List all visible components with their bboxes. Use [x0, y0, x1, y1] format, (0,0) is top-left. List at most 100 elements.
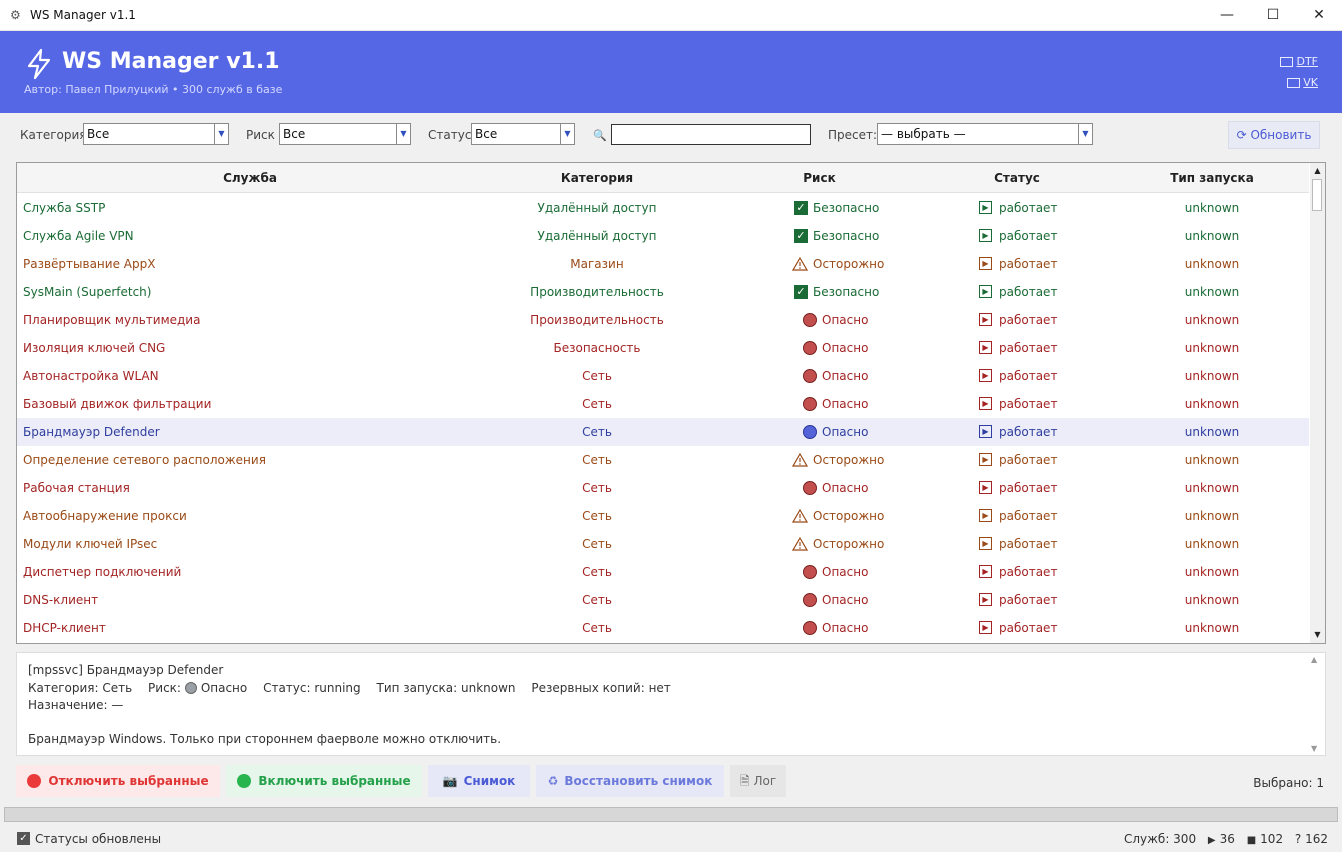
service-category: Производительность	[530, 313, 664, 327]
service-status-label: работает	[999, 397, 1058, 411]
column-header-start-type[interactable]: Тип запуска	[1137, 171, 1287, 185]
table-row[interactable]: Изоляция ключей CNG Безопасность Опасно ▶ ра…	[17, 334, 1309, 362]
snapshot-button[interactable]: 📷 Снимок	[428, 765, 530, 797]
service-start-type: unknown	[1184, 565, 1240, 579]
check-icon: ✓	[794, 228, 808, 243]
service-status: ▶ работает	[979, 418, 1099, 446]
status-filter-select[interactable]: Все ▼	[471, 123, 575, 145]
chevron-down-icon[interactable]: ▼	[396, 124, 410, 144]
table-row[interactable]: Рабочая станция Сеть Опасно ▶ работает unknow…	[17, 474, 1309, 502]
column-header-service[interactable]: Служба	[17, 171, 483, 185]
details-purpose: Назначение: —	[28, 698, 124, 712]
scroll-down-icon[interactable]: ▼	[1311, 628, 1324, 642]
service-start-type: unknown	[1184, 257, 1240, 271]
table-row[interactable]: Базовый движок фильтрации Сеть Опасно ▶ рабо…	[17, 390, 1309, 418]
table-row[interactable]: Автообнаружение прокси Сеть Осторожно ▶ рабо…	[17, 502, 1309, 530]
table-row[interactable]: Автонастройка WLAN Сеть Опасно ▶ работает unk…	[17, 362, 1309, 390]
service-start-type: unknown	[1184, 369, 1240, 383]
table-row[interactable]: Определение сетевого расположения Сеть Ост…	[17, 446, 1309, 474]
disable-selected-label: Отключить выбранные	[48, 774, 209, 788]
checkbox-icon: ✓	[17, 832, 30, 845]
table-row[interactable]: Служба Agile VPN Удалённый доступ ✓ Безопас…	[17, 222, 1309, 250]
table-row[interactable]: Модули ключей IPsec Сеть Осторожно ▶ работае…	[17, 530, 1309, 558]
risk-filter-select[interactable]: Все ▼	[279, 123, 411, 145]
table-row[interactable]: Диспетчер подключений Сеть Опасно ▶ работает…	[17, 558, 1309, 586]
table-scrollbar[interactable]: ▲ ▼	[1310, 162, 1326, 644]
chevron-down-icon[interactable]: ▼	[214, 124, 228, 144]
service-status: ▶ работает	[979, 222, 1099, 250]
warning-icon	[792, 536, 808, 551]
service-risk-label: Опасно	[822, 369, 869, 383]
table-row[interactable]: Планировщик мультимедиа Производительност…	[17, 306, 1309, 334]
column-header-status[interactable]: Статус	[957, 171, 1077, 185]
log-label: Лог	[753, 774, 777, 788]
risk-filter-label: Риск	[246, 128, 275, 142]
service-category: Сеть	[582, 453, 612, 467]
service-status-label: работает	[999, 313, 1058, 327]
service-risk-label: Осторожно	[813, 537, 885, 551]
table-row[interactable]: SysMain (Superfetch) Производительность ✓ Б…	[17, 278, 1309, 306]
table-row[interactable]: Служба SSTP Удалённый доступ ✓ Безопасно ▶ ра…	[17, 194, 1309, 222]
play-icon: ▶	[979, 397, 992, 410]
service-risk-label: Осторожно	[813, 453, 885, 467]
log-button[interactable]: 🗎 Лог	[730, 765, 786, 797]
scroll-down-icon[interactable]: ▼	[1311, 744, 1317, 753]
chevron-down-icon[interactable]: ▼	[1078, 124, 1092, 144]
scroll-thumb[interactable]	[1312, 179, 1322, 211]
status-bar: ✓ Статусы обновлены Служб: 300 ▶ 36 ■ 102 …	[0, 826, 1342, 852]
enable-selected-button[interactable]: Включить выбранные	[226, 765, 422, 797]
service-category: Магазин	[570, 257, 624, 271]
search-input[interactable]	[611, 124, 811, 145]
scroll-up-icon[interactable]: ▲	[1311, 655, 1317, 664]
service-category: Сеть	[582, 481, 612, 495]
play-icon: ▶	[979, 313, 992, 326]
service-name: SysMain (Superfetch)	[23, 285, 152, 299]
service-status-label: работает	[999, 369, 1058, 383]
service-risk: Опасно	[757, 614, 923, 642]
services-table[interactable]: Служба Категория Риск Статус Тип запуска…	[16, 162, 1326, 644]
category-filter-select[interactable]: Все ▼	[83, 123, 229, 145]
chevron-down-icon[interactable]: ▼	[560, 124, 574, 144]
service-status-label: работает	[999, 565, 1058, 579]
details-scrollbar[interactable]: ▲ ▼	[1311, 655, 1323, 753]
service-risk-label: Безопасно	[813, 201, 880, 215]
play-icon: ▶	[979, 509, 992, 522]
service-status: ▶ работает	[979, 334, 1099, 362]
minimize-button[interactable]: —	[1204, 0, 1250, 31]
service-status-label: работает	[999, 257, 1058, 271]
column-header-category[interactable]: Категория	[497, 171, 697, 185]
preset-value: — выбрать —	[881, 127, 966, 141]
restore-snapshot-button[interactable]: ♻ Восстановить снимок	[536, 765, 724, 797]
service-status-label: работает	[999, 425, 1058, 439]
scroll-up-icon[interactable]: ▲	[1311, 164, 1324, 178]
service-status-label: работает	[999, 481, 1058, 495]
table-row[interactable]: DHCP-клиент Сеть Опасно ▶ работает unknown	[17, 614, 1309, 642]
check-icon: ✓	[794, 200, 808, 215]
details-start-type: Тип запуска: unknown	[376, 681, 516, 695]
disable-selected-button[interactable]: Отключить выбранные	[16, 765, 220, 797]
service-start-type: unknown	[1184, 201, 1240, 215]
maximize-button[interactable]: ☐	[1250, 0, 1296, 31]
service-risk-label: Опасно	[822, 481, 869, 495]
refresh-button[interactable]: ⟳ Обновить	[1228, 121, 1320, 149]
window-title: WS Manager v1.1	[30, 8, 136, 22]
table-row[interactable]: DNS-клиент Сеть Опасно ▶ работает unknown	[17, 586, 1309, 614]
green-dot-icon	[237, 773, 252, 788]
column-header-risk[interactable]: Риск	[757, 171, 882, 185]
danger-dot-icon	[803, 396, 817, 411]
service-start-type: unknown	[1184, 425, 1240, 439]
vk-link[interactable]: VK	[1287, 76, 1318, 89]
danger-dot-icon	[803, 368, 817, 383]
preset-select[interactable]: — выбрать — ▼	[877, 123, 1093, 145]
table-row[interactable]: Брандмауэр Defender Сеть Опасно ▶ работает un…	[17, 418, 1309, 446]
service-status-label: работает	[999, 285, 1058, 299]
service-category: Сеть	[582, 397, 612, 411]
close-button[interactable]: ✕	[1296, 0, 1342, 31]
service-risk-label: Опасно	[822, 621, 869, 635]
app-header: WS Manager v1.1 Автор: Павел Прилуцкий •…	[0, 31, 1342, 113]
service-status: ▶ работает	[979, 278, 1099, 306]
service-risk: Опасно	[757, 334, 923, 362]
dtf-link[interactable]: DTF	[1280, 55, 1318, 68]
table-row[interactable]: Развёртывание AppX Магазин Осторожно ▶ работ…	[17, 250, 1309, 278]
play-icon: ▶	[979, 369, 992, 382]
